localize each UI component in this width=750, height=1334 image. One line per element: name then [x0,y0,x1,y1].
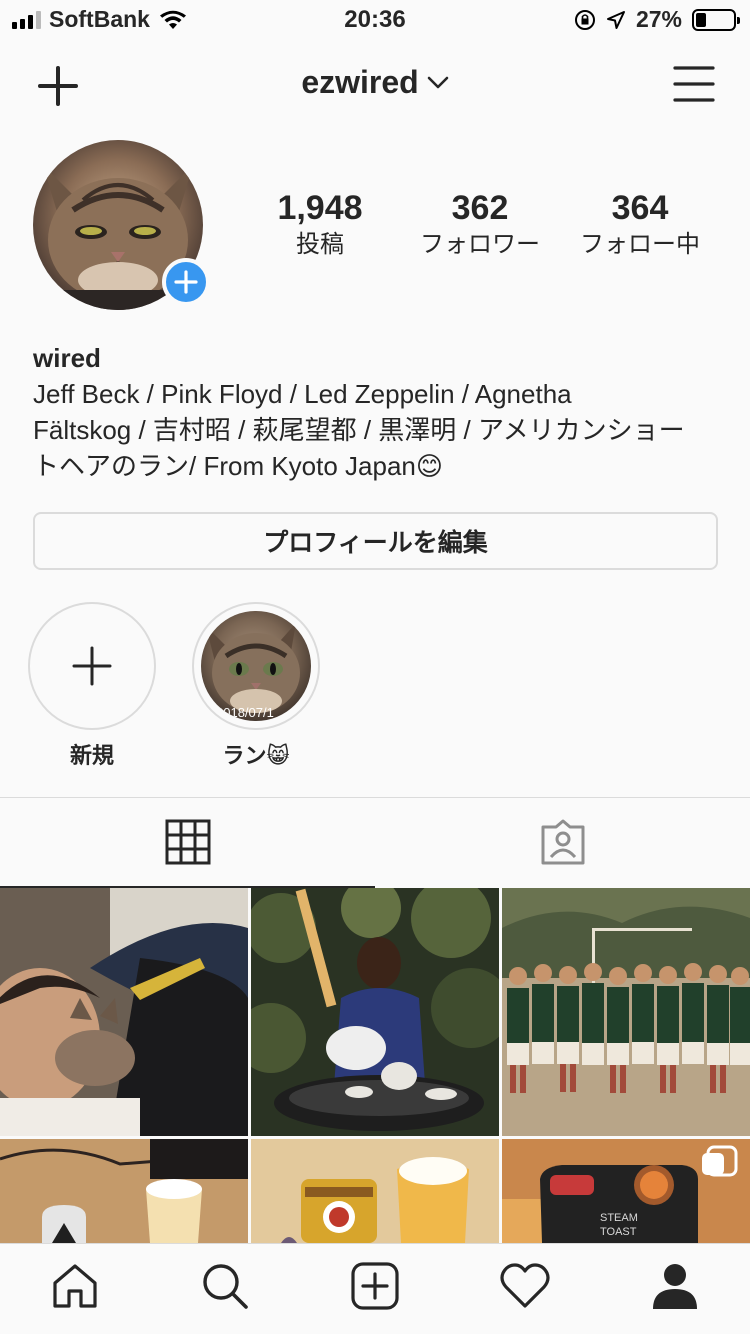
heart-icon [500,1263,550,1308]
highlight-ran[interactable]: 2018/07/1 ラン😸 [192,602,320,770]
stat-value: 1,948 [277,189,363,227]
menu-icon[interactable] [672,64,716,104]
tab-tagged[interactable] [375,798,750,886]
bio-line: Jeff Beck / Pink Floyd / Led Zeppelin / … [33,379,572,409]
post-thumbnail [251,1139,499,1243]
status-right: 27% [574,6,740,33]
cat-photo: 2018/07/1 [206,623,300,720]
nav-profile[interactable] [645,1256,705,1316]
add-post-icon [351,1262,399,1310]
posts-count[interactable]: 1,948 投稿 [240,188,400,262]
svg-text:STEAM: STEAM [600,1212,638,1224]
nav-new-post[interactable] [345,1256,405,1316]
battery-percent: 27% [635,6,682,32]
profile-tabs [0,797,750,888]
plus-icon [72,646,112,686]
post-thumbnail: STEAM TOAST [502,1139,750,1243]
grid-post[interactable] [0,1139,248,1243]
battery-icon [692,8,740,31]
stat-label: フォロワー [420,231,540,258]
post-thumbnail [0,888,248,1136]
highlight-new-circle [28,602,156,730]
highlight-label: ラン😸 [222,743,290,768]
profile-icon [653,1264,697,1309]
thumb-date: 2018/07/1 [216,705,274,720]
bottom-nav [0,1243,750,1334]
nav-activity[interactable] [495,1256,555,1316]
stat-value: 362 [451,189,509,227]
grid-icon [165,819,210,865]
search-icon [203,1264,248,1309]
tagged-person-icon [541,819,584,865]
grid-post[interactable] [502,888,750,1136]
profile-bio: wired Jeff Beck / Pink Floyd / Led Zeppe… [33,340,723,484]
account-switcher[interactable]: ezwired [0,64,750,101]
bio-line: Fältskog / 吉村昭 / 萩尾望都 / 黒澤明 / アメリカンショー [33,415,685,445]
highlight-label: 新規 [69,743,114,768]
nav-search[interactable] [195,1256,255,1316]
stat-label: 投稿 [296,231,344,258]
tab-grid[interactable] [0,798,375,888]
location-icon [606,10,625,29]
stat-label: フォロー中 [580,231,700,258]
chevron-down-icon [427,76,448,88]
grid-post[interactable]: STEAM TOAST [502,1139,750,1243]
orientation-lock-icon [574,9,595,30]
post-thumbnail [251,888,499,1136]
highlight-thumbnail: 2018/07/1 [201,611,311,721]
post-thumbnail [0,1139,248,1243]
stat-value: 364 [611,189,669,227]
nav-home[interactable] [45,1256,105,1316]
username-title: ezwired [301,64,419,100]
grid-post[interactable] [251,888,499,1136]
followers-count[interactable]: 362 フォロワー [400,188,560,262]
highlight-ran-circle: 2018/07/1 [192,602,320,730]
bio-line: トヘアのラン/ From Kyoto Japan😊 [33,451,443,481]
status-bar: SoftBank 20:36 27% [0,0,750,40]
home-icon [53,1264,97,1308]
add-story-button[interactable] [162,258,210,306]
highlight-new[interactable]: 新規 [28,602,156,770]
profile-header: ezwired [0,50,750,120]
edit-profile-button[interactable]: プロフィールを編集 [33,512,718,570]
profile-stats: 1,948 投稿 362 フォロワー 364 フォロー中 [240,188,720,262]
grid-post[interactable] [0,888,248,1136]
grid-post[interactable] [251,1139,499,1243]
plus-icon [174,270,198,294]
following-count[interactable]: 364 フォロー中 [560,188,720,262]
display-name: wired [33,343,101,373]
svg-text:TOAST: TOAST [600,1226,637,1238]
post-thumbnail [502,888,750,1136]
battery-fill [696,12,706,27]
